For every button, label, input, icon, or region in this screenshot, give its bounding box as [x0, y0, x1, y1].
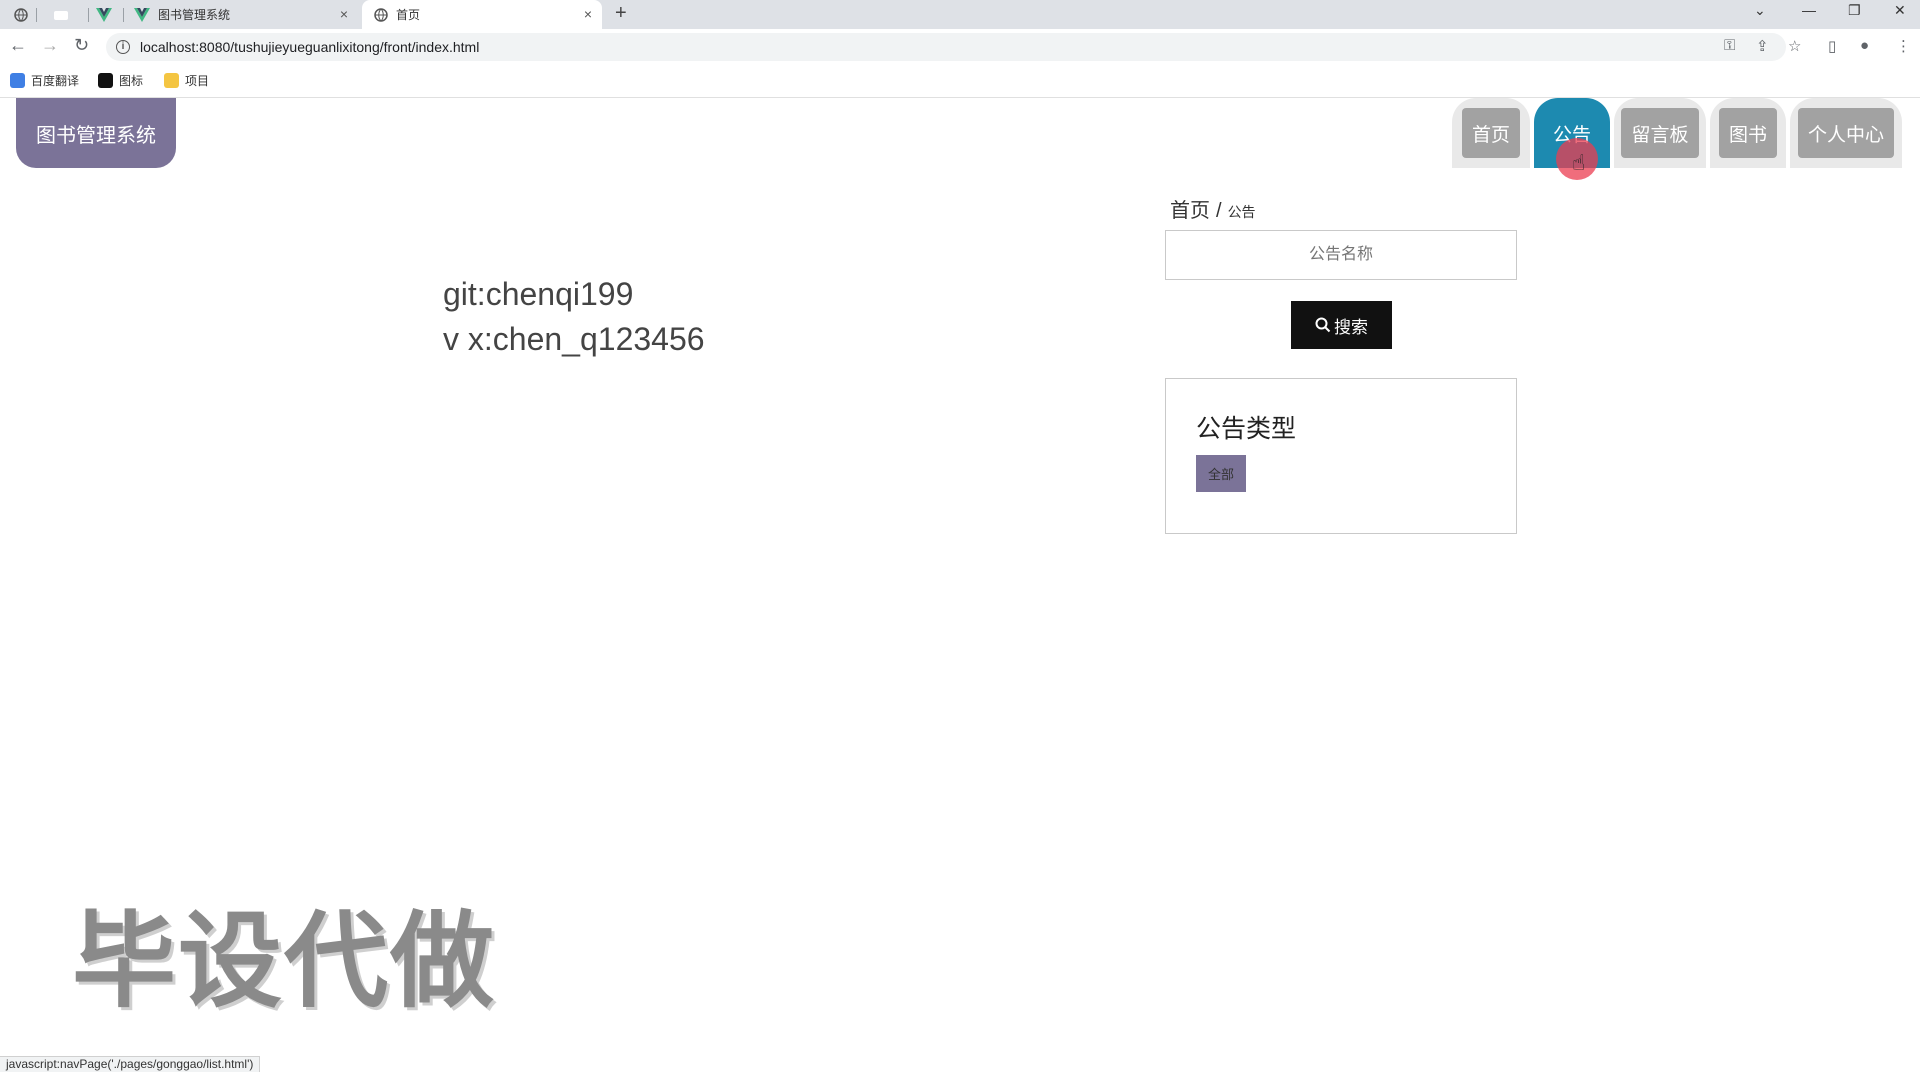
- breadcrumb-home[interactable]: 首页: [1170, 200, 1210, 222]
- search-button[interactable]: 搜索: [1291, 301, 1392, 349]
- nav-label: 图书: [1718, 108, 1777, 158]
- browser-toolbar: ← → ↻ i localhost:8080/tushujieyueguanli…: [0, 29, 1920, 66]
- blank-page-icon: [54, 10, 68, 20]
- pinned-tab-blank[interactable]: [50, 4, 72, 26]
- bookmark-project[interactable]: 项目: [164, 72, 209, 89]
- tab-library-system[interactable]: 图书管理系统 ×: [130, 0, 358, 29]
- tab-search-icon[interactable]: ⌄: [1754, 2, 1766, 19]
- restore-icon[interactable]: ❐: [1848, 2, 1861, 19]
- reload-icon[interactable]: ↻: [74, 35, 89, 56]
- type-filter-all[interactable]: 全部: [1196, 455, 1246, 492]
- contact-git: git:chenqi199: [443, 276, 634, 312]
- share-icon[interactable]: ⇪: [1756, 37, 1769, 55]
- tab-title: 图书管理系统: [158, 8, 231, 22]
- bookmark-baidu-translate[interactable]: 百度翻译: [10, 72, 79, 89]
- nav-item-message-board[interactable]: 留言板: [1614, 98, 1706, 168]
- nav-item-books[interactable]: 图书: [1710, 98, 1786, 168]
- breadcrumb: 首页 / 公告: [1170, 194, 1256, 223]
- pinned-tab-vue[interactable]: [93, 4, 115, 26]
- profile-icon[interactable]: ●: [1860, 37, 1869, 54]
- new-tab-button[interactable]: +: [615, 2, 627, 25]
- bookmark-label: 百度翻译: [31, 74, 80, 88]
- side-panel-icon[interactable]: ▯: [1828, 37, 1836, 55]
- close-icon[interactable]: ×: [340, 6, 348, 22]
- bookmark-label: 图标: [119, 74, 144, 88]
- menu-icon[interactable]: ⋮: [1896, 37, 1911, 55]
- search-button-label: 搜索: [1334, 317, 1368, 337]
- tab-separator: [88, 8, 89, 22]
- close-icon[interactable]: ×: [584, 6, 592, 22]
- bookmark-label: 项目: [185, 74, 210, 88]
- globe-icon: [14, 8, 28, 22]
- tab-title: 首页: [396, 8, 421, 22]
- forward-icon[interactable]: →: [41, 35, 59, 56]
- contact-info: git:chenqi199 v x:chen_q123456: [443, 272, 705, 362]
- address-bar[interactable]: i localhost:8080/tushujieyueguanlixitong…: [106, 33, 1786, 61]
- contact-wechat: v x:chen_q123456: [443, 321, 705, 357]
- status-bar-link-preview: javascript:navPage('./pages/gonggao/list…: [0, 1056, 261, 1072]
- tab-separator: [123, 8, 124, 22]
- bookmarks-bar: 百度翻译 图标 项目: [0, 66, 1920, 98]
- image-icon: [98, 73, 113, 88]
- back-icon[interactable]: ←: [9, 35, 27, 56]
- notice-name-search-input[interactable]: [1165, 230, 1517, 280]
- notice-type-panel: 公告类型 全部: [1165, 378, 1517, 534]
- vue-logo-icon: [134, 7, 150, 22]
- notice-type-title: 公告类型: [1196, 415, 1297, 443]
- folder-icon: [164, 73, 179, 88]
- nav-item-personal-center[interactable]: 个人中心: [1790, 98, 1902, 168]
- nav-label: 首页: [1461, 108, 1520, 158]
- star-icon[interactable]: ☆: [1788, 37, 1801, 55]
- window-close-icon[interactable]: ✕: [1894, 2, 1906, 19]
- breadcrumb-current: 公告: [1227, 204, 1256, 220]
- globe-icon: [374, 7, 388, 22]
- site-logo[interactable]: 图书管理系统: [16, 98, 176, 168]
- browser-tab-strip: 图书管理系统 × 首页 × + ⌄ — ❐ ✕: [0, 0, 1920, 29]
- hand-cursor-icon: ☝: [1572, 150, 1586, 175]
- tab-separator: [36, 8, 37, 22]
- key-icon[interactable]: ⚿: [1724, 37, 1735, 54]
- bookmark-icons[interactable]: 图标: [98, 72, 143, 89]
- breadcrumb-separator: /: [1216, 200, 1222, 222]
- watermark-text: 毕设代做: [72, 900, 497, 1022]
- tab-home[interactable]: 首页 ×: [362, 0, 602, 29]
- url-text: localhost:8080/tushujieyueguanlixitong/f…: [140, 39, 480, 55]
- translate-icon: [10, 73, 25, 88]
- pinned-tab-globe[interactable]: [10, 4, 32, 26]
- search-icon: [1315, 317, 1331, 333]
- nav-label: 留言板: [1621, 108, 1699, 158]
- site-info-icon[interactable]: i: [116, 40, 130, 54]
- page-content: 图书管理系统 首页 公告 留言板 图书 个人中心 ☝ 首页 / 公告 搜索 公告类型…: [0, 98, 1920, 1072]
- nav-label: 个人中心: [1797, 108, 1894, 158]
- nav-item-home[interactable]: 首页: [1452, 98, 1530, 168]
- vue-logo-icon: [96, 8, 112, 22]
- minimize-icon[interactable]: —: [1802, 2, 1816, 18]
